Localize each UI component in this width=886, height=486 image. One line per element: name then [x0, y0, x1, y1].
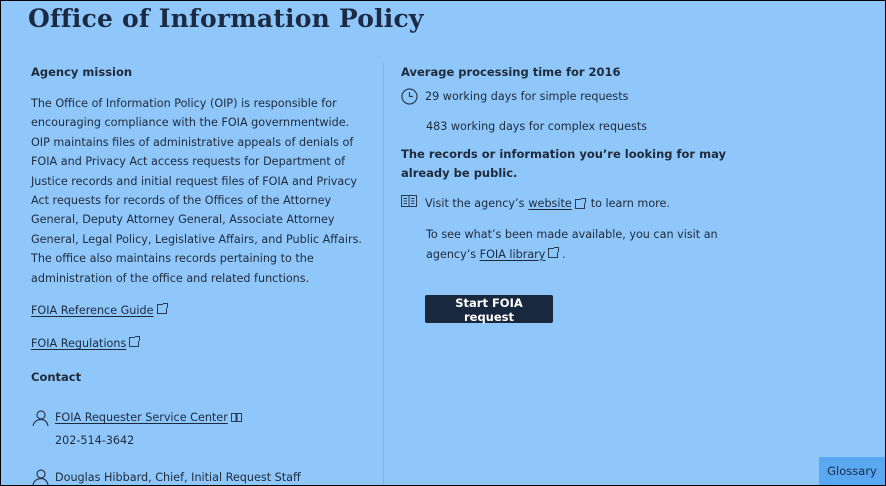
left-column: Agency mission The Office of Information… [31, 65, 371, 485]
library-description: To see what’s been made available, you c… [426, 228, 718, 261]
foia-library-text: To see what’s been made available, you c… [426, 225, 771, 264]
visit-suffix-text: to learn more. [590, 196, 670, 210]
foia-regulations-link[interactable]: FOIA Regulations [31, 337, 126, 350]
contact-heading: Contact [31, 369, 82, 384]
page: Office of Information Policy Agency miss… [1, 1, 885, 485]
document-icon [401, 194, 417, 213]
foia-library-link[interactable]: FOIA library [480, 248, 546, 261]
library-suffix: . [561, 247, 566, 261]
book-icon [230, 413, 242, 423]
right-column: Average processing time for 2016 29 work… [401, 65, 761, 324]
service-center-row: FOIA Requester Service Center [31, 408, 371, 427]
external-link-icon [156, 303, 168, 315]
visit-prefix-text: Visit the agency’s [425, 196, 525, 210]
foia-requester-service-center-link[interactable]: FOIA Requester Service Center [55, 408, 228, 427]
person-icon [31, 468, 49, 485]
service-center-phone: 202-514-3642 [55, 434, 135, 448]
external-link-icon [129, 336, 141, 348]
regulations-row: FOIA Regulations [31, 334, 371, 353]
external-link-icon [548, 246, 560, 258]
agency-mission-text: The Office of Information Policy (OIP) i… [31, 97, 362, 285]
complex-requests-time: 483 working days for complex requests [426, 120, 648, 134]
public-records-heading: The records or information you’re lookin… [401, 146, 726, 180]
foia-reference-guide-link[interactable]: FOIA Reference Guide [31, 304, 154, 317]
visit-website-row: Visit the agency’s website to learn more… [401, 194, 761, 213]
external-link-icon [574, 197, 586, 209]
person-icon [31, 409, 49, 427]
clock-icon [401, 88, 418, 105]
agency-mission-heading: Agency mission [31, 65, 133, 79]
page-title: Office of Information Policy [28, 4, 424, 33]
agency-website-link[interactable]: website [528, 194, 571, 213]
start-foia-request-button[interactable]: Start FOIA request [425, 295, 553, 324]
glossary-button[interactable]: Glossary [819, 457, 885, 485]
reference-guide-row: FOIA Reference Guide [31, 301, 371, 320]
contact-person-row: Douglas Hibbard, Chief, Initial Request … [31, 468, 371, 485]
simple-requests-time: 29 working days for simple requests [425, 90, 629, 103]
processing-time-heading: Average processing time for 2016 [401, 65, 621, 79]
simple-requests-row: 29 working days for simple requests [401, 87, 761, 106]
column-divider [383, 62, 384, 485]
contact-person-name: Douglas Hibbard, Chief, Initial Request … [55, 470, 301, 484]
